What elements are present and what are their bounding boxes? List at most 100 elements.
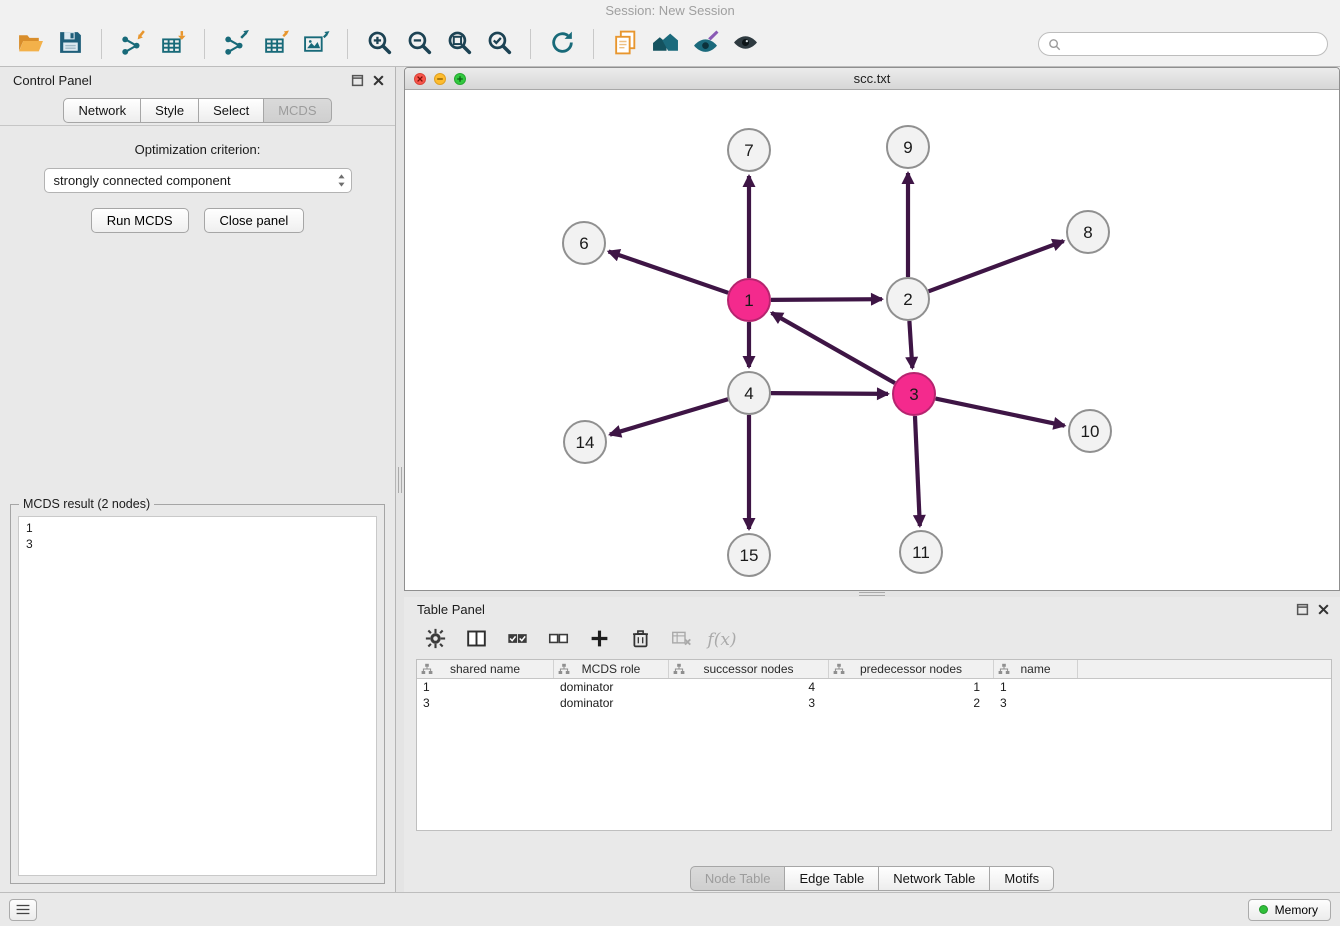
tab-edge-table[interactable]: Edge Table xyxy=(784,866,879,891)
add-row-button[interactable] xyxy=(586,627,612,653)
optimization-criterion-label: Optimization criterion: xyxy=(0,142,395,157)
show-hide-graphics-button[interactable] xyxy=(727,26,763,62)
close-panel-icon[interactable] xyxy=(1317,603,1330,616)
select-all-button[interactable] xyxy=(504,627,530,653)
import-table-icon xyxy=(160,29,187,59)
graph-edge[interactable] xyxy=(936,399,1065,426)
table-panel-title: Table Panel xyxy=(417,602,1296,617)
tab-motifs[interactable]: Motifs xyxy=(989,866,1054,891)
table-row[interactable]: 1dominator411 xyxy=(417,679,1331,695)
close-window-icon[interactable] xyxy=(414,73,426,85)
graph-edge[interactable] xyxy=(771,393,888,394)
network-canvas-area: 7968124314101511 xyxy=(405,90,1339,590)
column-hierarchy-icon[interactable] xyxy=(833,663,845,675)
criterion-dropdown-value: strongly connected component xyxy=(54,173,337,188)
close-panel-button[interactable]: Close panel xyxy=(204,208,305,233)
tab-network-table[interactable]: Network Table xyxy=(878,866,990,891)
import-network-button[interactable] xyxy=(115,26,151,62)
table-cell[interactable]: 2 xyxy=(829,695,994,711)
open-documents-button[interactable] xyxy=(607,26,643,62)
tab-select[interactable]: Select xyxy=(198,98,264,123)
table-cell[interactable]: 3 xyxy=(669,695,829,711)
graph-node-label: 1 xyxy=(744,291,753,310)
split-column-button[interactable] xyxy=(463,627,489,653)
column-header-mcds-role[interactable]: MCDS role xyxy=(554,660,669,678)
float-panel-icon[interactable] xyxy=(351,74,364,87)
column-header-shared-name[interactable]: shared name xyxy=(417,660,554,678)
tab-style[interactable]: Style xyxy=(140,98,199,123)
export-image-button[interactable] xyxy=(298,26,334,62)
tab-node-table[interactable]: Node Table xyxy=(690,866,786,891)
window-controls xyxy=(414,73,466,85)
zoom-fit-button[interactable] xyxy=(441,26,477,62)
delete-row-button[interactable] xyxy=(627,627,653,653)
column-hierarchy-icon[interactable] xyxy=(558,663,570,675)
search-icon xyxy=(1048,38,1061,51)
close-panel-icon[interactable] xyxy=(372,74,385,87)
split-column-icon xyxy=(466,628,487,652)
column-header-name[interactable]: name xyxy=(994,660,1078,678)
task-list-icon xyxy=(15,903,31,916)
network-window: scc.txt 7968124314101511 xyxy=(404,67,1340,591)
table-cell[interactable]: dominator xyxy=(554,679,669,695)
function-builder-button: f(x) xyxy=(709,627,735,653)
open-session-button[interactable] xyxy=(12,26,48,62)
graph-edge[interactable] xyxy=(909,321,912,368)
save-session-button[interactable] xyxy=(52,26,88,62)
style-preview-button[interactable] xyxy=(687,26,723,62)
table-cell[interactable]: 4 xyxy=(669,679,829,695)
table-cell[interactable]: 1 xyxy=(994,679,1078,695)
minimize-window-icon[interactable] xyxy=(434,73,446,85)
home-view-button[interactable] xyxy=(647,26,683,62)
tab-mcds[interactable]: MCDS xyxy=(263,98,331,123)
zoom-in-button[interactable] xyxy=(361,26,397,62)
network-canvas[interactable]: 7968124314101511 xyxy=(405,90,1339,590)
column-header-label: MCDS role xyxy=(582,662,641,676)
function-builder-icon: f(x) xyxy=(707,630,736,650)
vertical-splitter[interactable] xyxy=(396,67,404,892)
memory-button[interactable]: Memory xyxy=(1248,899,1331,921)
column-header-predecessor-nodes[interactable]: predecessor nodes xyxy=(829,660,994,678)
column-hierarchy-icon[interactable] xyxy=(998,663,1010,675)
table-row[interactable]: 3dominator323 xyxy=(417,695,1331,711)
search-box[interactable] xyxy=(1038,32,1328,56)
import-table-button[interactable] xyxy=(155,26,191,62)
export-network-button[interactable] xyxy=(218,26,254,62)
column-hierarchy-icon[interactable] xyxy=(673,663,685,675)
toolbar-button-groups xyxy=(12,26,1038,62)
graph-edge[interactable] xyxy=(610,399,728,434)
mcds-result-list[interactable]: 13 xyxy=(18,516,377,876)
column-settings-button[interactable] xyxy=(422,627,448,653)
graph-edge[interactable] xyxy=(771,299,882,300)
table-cell[interactable]: 3 xyxy=(417,695,554,711)
tab-network[interactable]: Network xyxy=(63,98,141,123)
table-cell[interactable]: 1 xyxy=(829,679,994,695)
maximize-window-icon[interactable] xyxy=(454,73,466,85)
graph-edge[interactable] xyxy=(609,251,729,292)
column-header-label: name xyxy=(1020,662,1050,676)
criterion-dropdown[interactable]: strongly connected component xyxy=(44,168,352,193)
mcds-result-groupbox: MCDS result (2 nodes) 13 xyxy=(10,504,385,884)
search-input[interactable] xyxy=(1066,37,1318,51)
float-panel-icon[interactable] xyxy=(1296,603,1309,616)
column-hierarchy-icon[interactable] xyxy=(421,663,433,675)
deselect-all-button[interactable] xyxy=(545,627,571,653)
table-body: 1dominator4113dominator323 xyxy=(417,679,1331,711)
graph-edge[interactable] xyxy=(915,416,920,526)
task-history-button[interactable] xyxy=(9,899,37,921)
graph-edge[interactable] xyxy=(772,313,895,383)
zoom-out-button[interactable] xyxy=(401,26,437,62)
export-table-button[interactable] xyxy=(258,26,294,62)
table-cell[interactable]: 1 xyxy=(417,679,554,695)
column-header-successor-nodes[interactable]: successor nodes xyxy=(669,660,829,678)
mcds-buttons-row: Run MCDS Close panel xyxy=(0,208,395,233)
table-cell[interactable]: dominator xyxy=(554,695,669,711)
table-cell[interactable]: 3 xyxy=(994,695,1078,711)
graph-edge[interactable] xyxy=(929,241,1064,291)
control-panel-tabs: NetworkStyleSelectMCDS xyxy=(0,93,395,125)
toolbar-separator xyxy=(347,29,348,59)
zoom-selected-button[interactable] xyxy=(481,26,517,62)
run-mcds-button[interactable]: Run MCDS xyxy=(91,208,189,233)
refresh-network-button[interactable] xyxy=(544,26,580,62)
toolbar-separator xyxy=(204,29,205,59)
